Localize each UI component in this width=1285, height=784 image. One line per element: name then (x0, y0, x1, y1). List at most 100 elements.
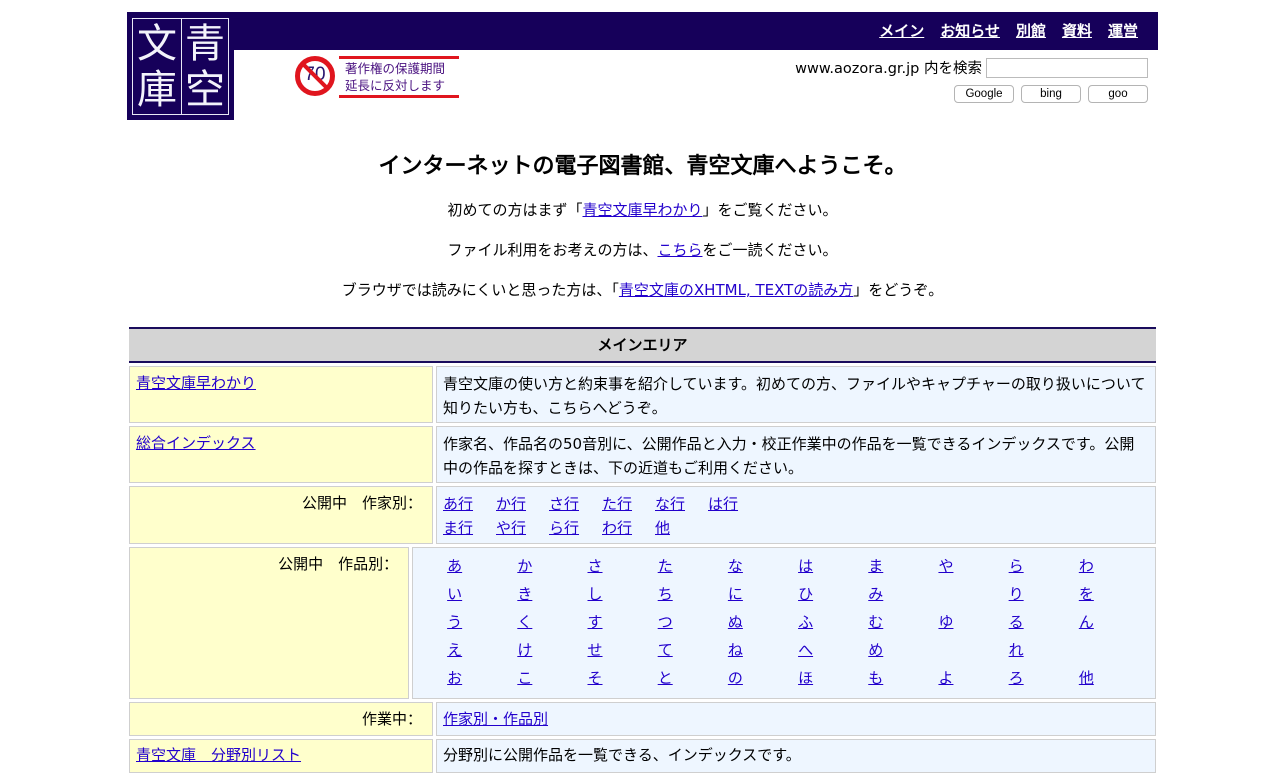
author-row-link[interactable]: や行 (496, 516, 542, 540)
quick-guide-link[interactable]: 青空文庫早わかり (582, 201, 702, 219)
work-kana-link[interactable]: の (728, 669, 743, 687)
kana-cell: わ (1079, 554, 1149, 578)
work-kana-link[interactable]: る (1009, 613, 1024, 631)
aozora-logo[interactable]: 文 青 庫 空 (127, 12, 234, 120)
banner-rule (339, 95, 459, 98)
banner-line-2: 延長に反対します (345, 78, 446, 93)
kana-cell: け (517, 638, 587, 662)
work-kana-link[interactable]: わ (1079, 557, 1094, 575)
work-kana-link[interactable]: よ (938, 669, 953, 687)
work-kana-link[interactable]: ぬ (728, 613, 743, 631)
search-input[interactable] (986, 57, 1148, 78)
wip-index-link[interactable]: 作家別・作品別 (443, 710, 548, 728)
kana-cell: か (517, 554, 587, 578)
work-kana-link[interactable]: ほ (798, 669, 813, 687)
kana-cell: ん (1079, 610, 1149, 634)
work-kana-link[interactable]: め (868, 641, 883, 659)
work-kana-link[interactable]: く (517, 613, 532, 631)
work-kana-link[interactable]: や (938, 557, 953, 575)
intro-text: 」をご覧ください。 (702, 201, 838, 219)
work-kana-link[interactable]: か (517, 557, 532, 575)
kana-cell: ち (658, 582, 728, 606)
search-label: www.aozora.gr.jp 内を検索 (795, 61, 982, 77)
kana-cell: え (447, 638, 517, 662)
author-row-link[interactable]: さ行 (549, 492, 595, 516)
copyright-extension-banner[interactable]: 70 著作権の保護期間 延長に反対します (295, 56, 463, 102)
nav-operations[interactable]: 運営 (1108, 20, 1138, 41)
work-kana-link[interactable]: お (447, 669, 462, 687)
work-kana-link[interactable]: し (588, 585, 603, 603)
kana-cell: つ (658, 610, 728, 634)
work-kana-link[interactable]: ん (1079, 613, 1094, 631)
author-row-link[interactable]: ら行 (549, 516, 595, 540)
author-row-link[interactable]: 他 (655, 516, 701, 540)
table-row: 公開中 作家別： あ行 か行 さ行 た行 な行 は行 ま行 や行 ら行 わ行他 (129, 486, 1156, 544)
work-kana-link[interactable]: り (1009, 585, 1024, 603)
work-kana-link[interactable]: ゆ (938, 613, 953, 631)
author-row-link[interactable]: は行 (708, 492, 754, 516)
author-row-link[interactable]: た行 (602, 492, 648, 516)
author-row-link[interactable]: わ行 (602, 516, 648, 540)
work-kana-link[interactable]: な (728, 557, 743, 575)
work-kana-link[interactable]: ら (1009, 557, 1024, 575)
logo-char: 文 (137, 21, 177, 67)
work-kana-link[interactable]: ね (728, 641, 743, 659)
work-kana-link[interactable]: そ (588, 669, 603, 687)
reading-guide-link[interactable]: 青空文庫のXHTML, TEXTの読み方 (619, 281, 853, 299)
work-kana-link[interactable]: ろ (1009, 669, 1024, 687)
nav-resources[interactable]: 資料 (1062, 20, 1092, 41)
kana-cell: し (588, 582, 658, 606)
file-usage-link[interactable]: こちら (657, 241, 702, 259)
intro-text: 初めての方はまず「 (447, 201, 583, 219)
work-kana-link[interactable]: た (658, 557, 673, 575)
kana-cell: さ (588, 554, 658, 578)
author-row-link[interactable]: あ行 (443, 492, 489, 516)
work-kana-link[interactable]: へ (798, 641, 813, 659)
work-kana-link[interactable]: け (517, 641, 532, 659)
work-kana-link[interactable]: こ (517, 669, 532, 687)
author-row-link[interactable]: ま行 (443, 516, 489, 540)
work-kana-link[interactable]: と (658, 669, 673, 687)
kana-cell: は (798, 554, 868, 578)
nav-main[interactable]: メイン (879, 20, 924, 41)
work-kana-link[interactable]: す (588, 613, 603, 631)
work-kana-link[interactable]: さ (588, 557, 603, 575)
work-kana-link[interactable]: ち (658, 585, 673, 603)
work-kana-link[interactable]: つ (658, 613, 673, 631)
row-description: 青空文庫の使い方と約束事を紹介しています。初めての方、ファイルやキャプチャーの取… (436, 366, 1156, 423)
work-kana-link[interactable]: 他 (1079, 669, 1094, 687)
quick-guide-row-link[interactable]: 青空文庫早わかり (136, 374, 256, 392)
author-row-link[interactable]: な行 (655, 492, 701, 516)
kana-cell: な (728, 554, 798, 578)
work-kana-link[interactable]: を (1079, 585, 1094, 603)
logo-char: 青 (185, 21, 225, 67)
author-row-link[interactable]: か行 (496, 492, 542, 516)
work-kana-link[interactable]: み (868, 585, 883, 603)
google-search-button[interactable]: Google (954, 85, 1014, 103)
work-kana-link[interactable]: ふ (798, 613, 813, 631)
intro-text: ブラウザでは読みにくいと思った方は、「 (341, 281, 619, 299)
bing-search-button[interactable]: bing (1021, 85, 1081, 103)
work-kana-link[interactable]: む (868, 613, 883, 631)
work-kana-link[interactable]: え (447, 641, 462, 659)
work-kana-link[interactable]: せ (588, 641, 603, 659)
work-kana-link[interactable]: は (798, 557, 813, 575)
work-kana-link[interactable]: う (447, 613, 462, 631)
work-kana-link[interactable]: て (658, 641, 673, 659)
work-kana-link[interactable]: れ (1009, 641, 1024, 659)
banner-line-1: 著作権の保護期間 (345, 61, 446, 76)
goo-search-button[interactable]: goo (1088, 85, 1148, 103)
genre-list-link[interactable]: 青空文庫 分野別リスト (136, 746, 301, 764)
work-kana-link[interactable]: も (868, 669, 883, 687)
work-kana-link[interactable]: ひ (798, 585, 813, 603)
kana-cell: せ (588, 638, 658, 662)
kana-cell: む (868, 610, 938, 634)
work-kana-link[interactable]: い (447, 585, 462, 603)
work-kana-link[interactable]: に (728, 585, 743, 603)
work-kana-link[interactable]: き (517, 585, 532, 603)
work-kana-link[interactable]: あ (447, 557, 462, 575)
nav-news[interactable]: お知らせ (940, 20, 1000, 41)
nav-annex[interactable]: 別館 (1016, 20, 1046, 41)
general-index-link[interactable]: 総合インデックス (136, 434, 256, 452)
work-kana-link[interactable]: ま (868, 557, 883, 575)
